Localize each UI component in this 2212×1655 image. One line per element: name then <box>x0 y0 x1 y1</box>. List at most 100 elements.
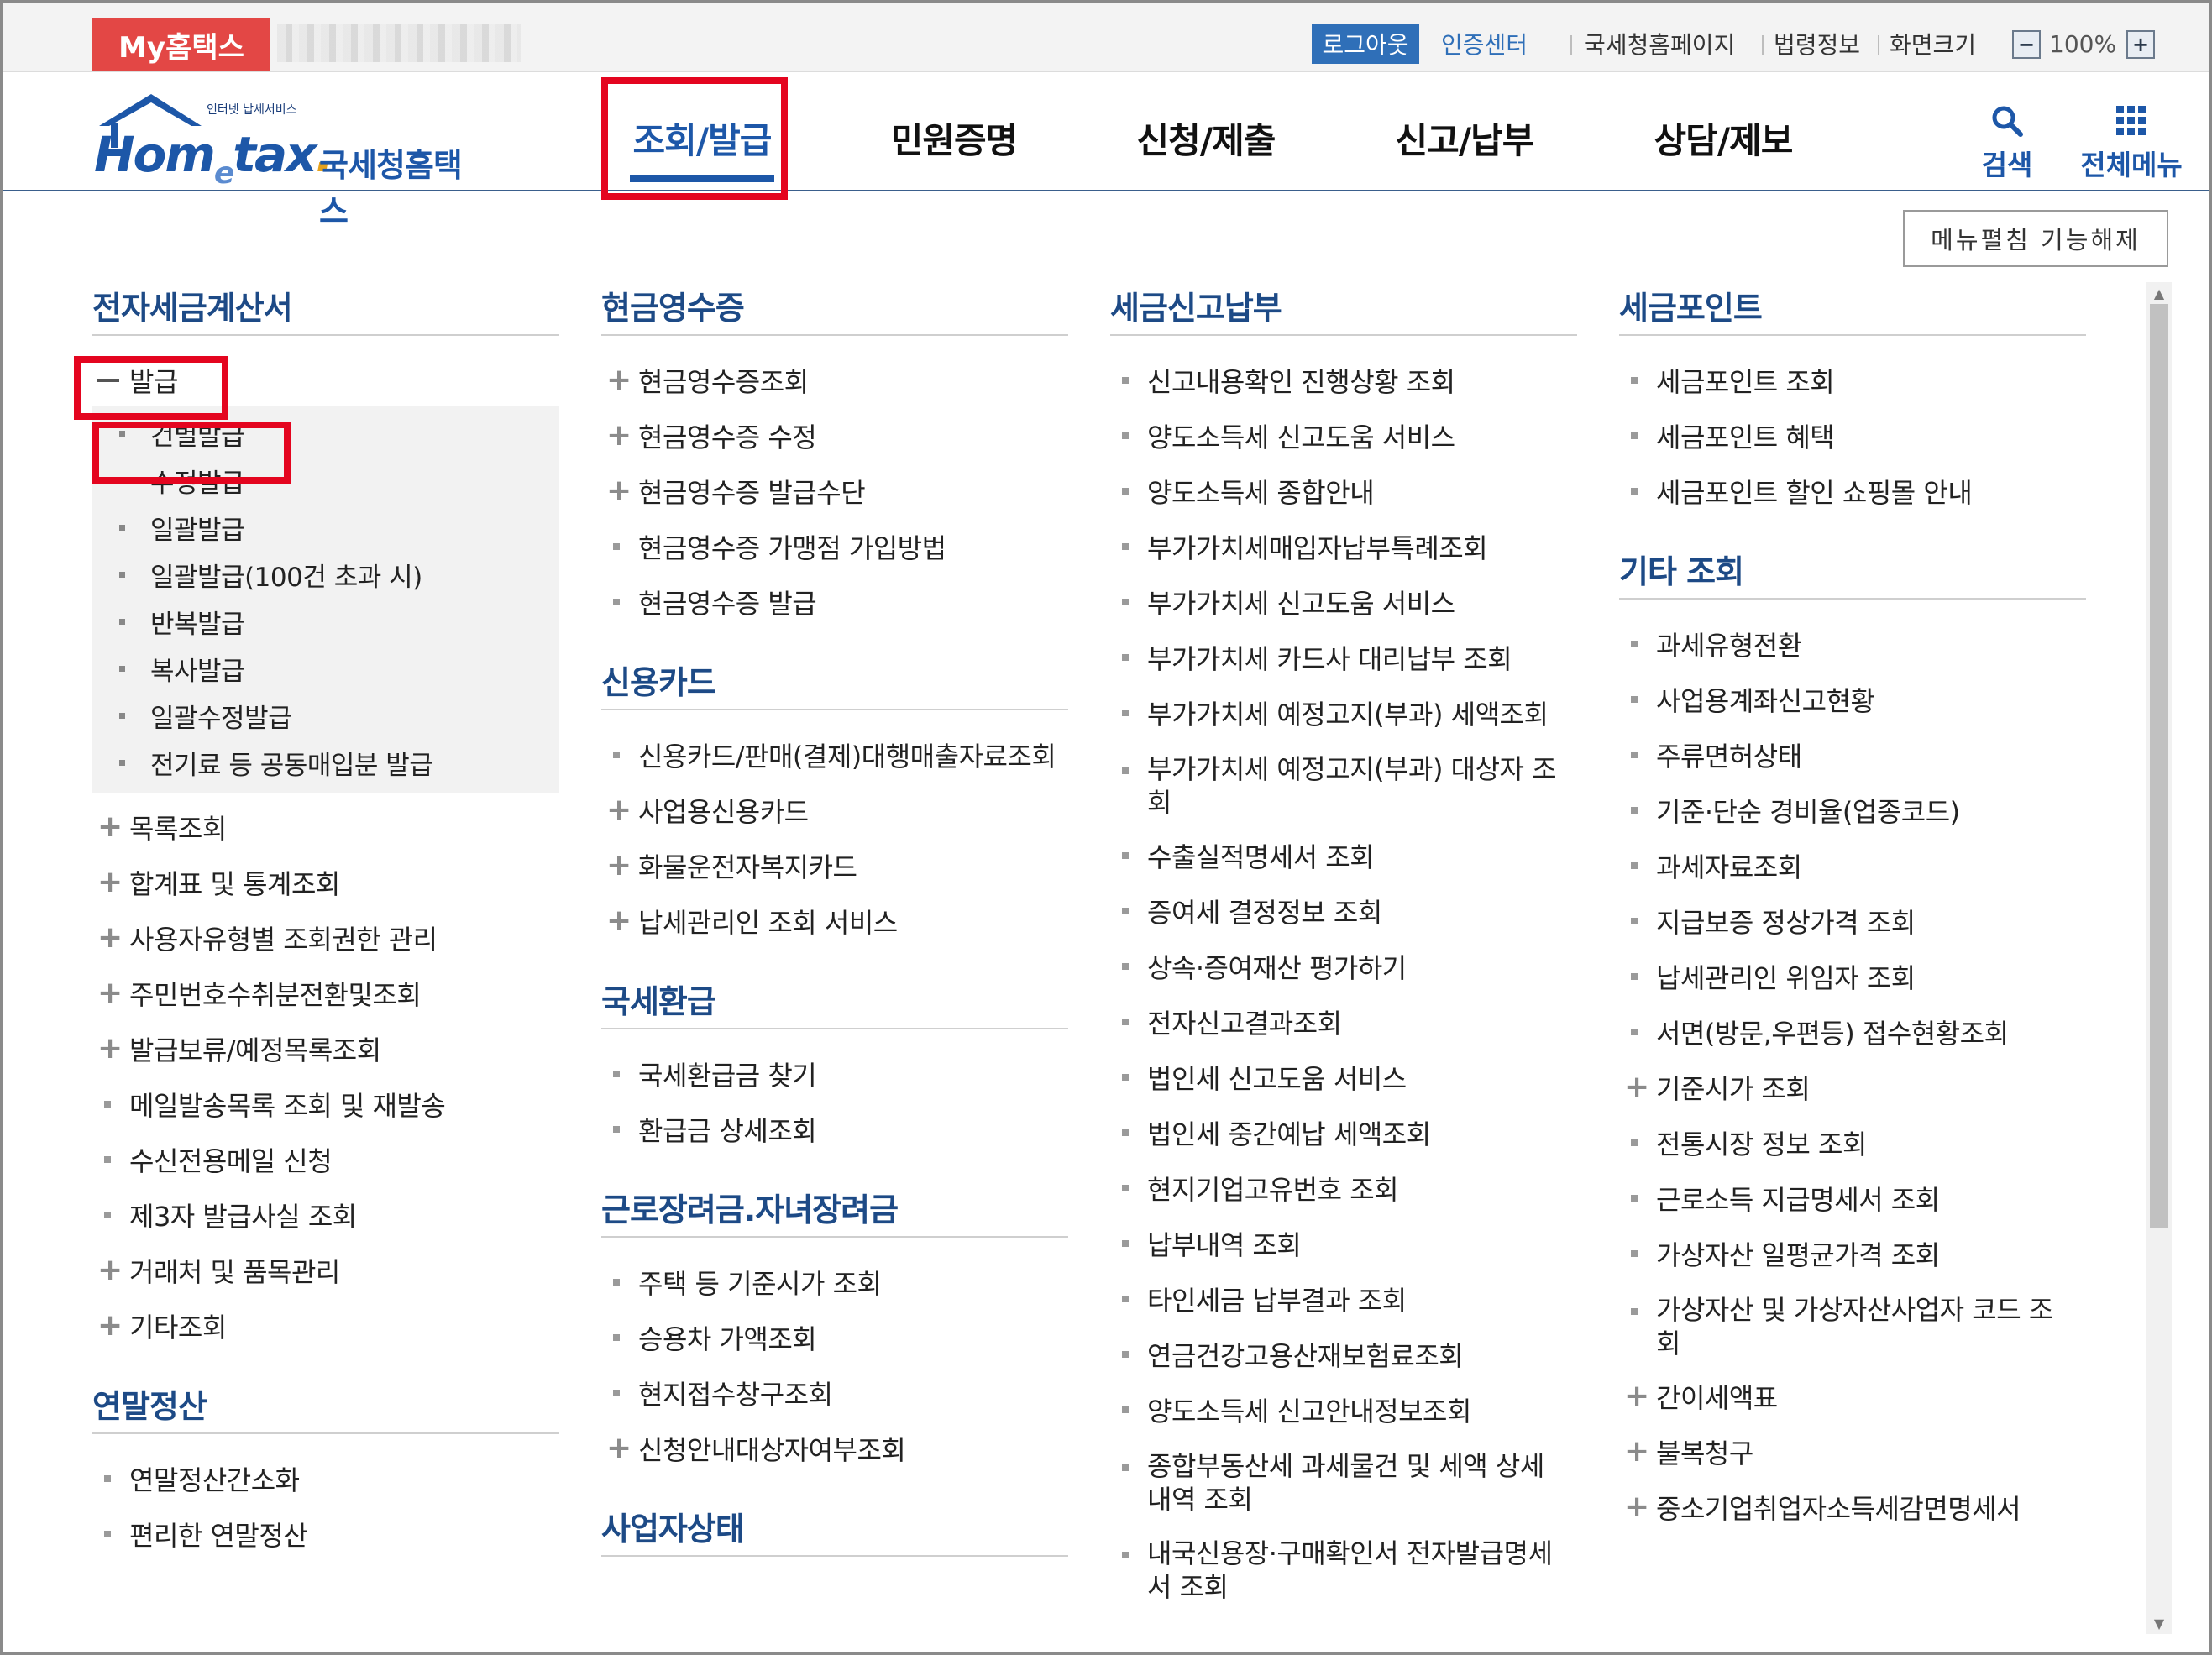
menu-item[interactable]: 지급보증 정상가격 조회 <box>1619 893 2086 949</box>
submenu-item-copy-issue[interactable]: 복사발급 <box>92 645 559 692</box>
menu-item[interactable]: 부가가치세 신고도움 서비스 <box>1110 574 1577 630</box>
menu-item[interactable]: 부가가치세매입자납부특례조회 <box>1110 519 1577 574</box>
menu-item[interactable]: 신용카드/판매(결제)대행매출자료조회 <box>601 727 1068 783</box>
menu-item[interactable]: + 현금영수증 수정 <box>601 408 1068 464</box>
menu-item[interactable]: 법인세 신고도움 서비스 <box>1110 1050 1577 1105</box>
zoom-in-button[interactable]: + <box>2126 30 2155 59</box>
menu-item[interactable]: 환급금 상세조회 <box>601 1102 1068 1157</box>
menu-item[interactable]: 부가가치세 카드사 대리납부 조회 <box>1110 630 1577 685</box>
menu-item[interactable]: 납부내역 조회 <box>1110 1216 1577 1271</box>
menu-item[interactable]: 세금포인트 혜택 <box>1619 408 2086 464</box>
menu-item[interactable]: 현지기업고유번호 조회 <box>1110 1160 1577 1216</box>
menu-item[interactable]: 제3자 발급사실 조회 <box>92 1187 559 1243</box>
menu-item[interactable]: 과세유형전환 <box>1619 616 2086 672</box>
submenu-item-bulk-issue[interactable]: 일괄발급 <box>92 504 559 551</box>
cert-center-link[interactable]: 인증센터 <box>1441 24 1528 64</box>
menu-expand-disable-button[interactable]: 메뉴펼침 기능해제 <box>1903 210 2168 267</box>
menu-item[interactable]: 세금포인트 할인 쇼핑몰 안내 <box>1619 464 2086 519</box>
hometax-logo[interactable]: 인터넷 납세서비스 Hometax. 국세청홈택스 <box>94 89 489 230</box>
nav-apply-submit[interactable]: 신청/제출 <box>1129 113 1283 163</box>
menu-item[interactable]: 과세자료조회 <box>1619 838 2086 893</box>
menu-item[interactable]: + 발급보류/예정목록조회 <box>92 1021 559 1076</box>
nts-homepage-link[interactable]: 국세청홈페이지 <box>1584 24 1735 64</box>
menu-item[interactable]: + 간이세액표 <box>1619 1369 2086 1424</box>
menu-item[interactable]: 서면(방문,우편등) 접수현황조회 <box>1619 1004 2086 1060</box>
menu-item[interactable]: 증여세 결정정보 조회 <box>1110 883 1577 939</box>
menu-item[interactable]: + 기준시가 조회 <box>1619 1060 2086 1115</box>
submenu-item-bulk-amend-issue[interactable]: 일괄수정발급 <box>92 692 559 739</box>
menu-item[interactable]: 승용차 가액조회 <box>601 1310 1068 1365</box>
menu-item[interactable]: + 기타조회 <box>92 1298 559 1354</box>
menu-item[interactable]: 편리한 연말정산 <box>92 1506 559 1562</box>
submenu-item-bulk-issue-over-100[interactable]: 일괄발급(100건 초과 시) <box>92 551 559 598</box>
menu-item-label: 부가가치세 예정고지(부과) 세액조회 <box>1147 699 1549 731</box>
divider <box>1570 35 1572 55</box>
plus-icon: + <box>97 1253 123 1287</box>
nav-consult-report[interactable]: 상담/제보 <box>1646 113 1801 163</box>
menu-item[interactable]: + 중소기업취업자소득세감면명세서 <box>1619 1480 2086 1535</box>
menu-item[interactable]: 주택 등 기준시가 조회 <box>601 1254 1068 1310</box>
menu-item[interactable]: 종합부동산세 과세물건 및 세액 상세내역 조회 <box>1110 1438 1577 1525</box>
menu-item[interactable]: 타인세금 납부결과 조회 <box>1110 1271 1577 1327</box>
menu-item[interactable]: 수출실적명세서 조회 <box>1110 828 1577 883</box>
search-button[interactable]: 검색 <box>1948 91 2066 183</box>
menu-item[interactable]: + 현금영수증조회 <box>601 353 1068 408</box>
menu-item[interactable]: + 합계표 및 통계조회 <box>92 855 559 910</box>
menu-item[interactable]: 양도소득세 종합안내 <box>1110 464 1577 519</box>
menu-item[interactable]: + 거래처 및 품목관리 <box>92 1243 559 1298</box>
item-marker: + <box>601 476 638 506</box>
menu-item[interactable]: 내국신용장·구매확인서 전자발급명세서 조회 <box>1110 1525 1577 1612</box>
menu-item[interactable]: 가상자산 일평균가격 조회 <box>1619 1226 2086 1281</box>
menu-item[interactable]: 현금영수증 가맹점 가입방법 <box>601 519 1068 574</box>
menu-item[interactable]: 신고내용확인 진행상황 조회 <box>1110 353 1577 408</box>
menu-item[interactable]: 상속·증여재산 평가하기 <box>1110 939 1577 994</box>
item-marker <box>1110 963 1147 970</box>
menu-item[interactable]: 양도소득세 신고도움 서비스 <box>1110 408 1577 464</box>
submenu-item-joint-purchase-issue[interactable]: 전기료 등 공동매입분 발급 <box>92 739 559 786</box>
menu-item[interactable]: + 현금영수증 발급수단 <box>601 464 1068 519</box>
menu-item[interactable]: 국세환급금 찾기 <box>601 1046 1068 1102</box>
menu-item[interactable]: 현지접수창구조회 <box>601 1365 1068 1421</box>
scroll-down-arrow-icon[interactable]: ▼ <box>2150 1614 2168 1632</box>
bullet-icon <box>613 1279 620 1286</box>
menu-item[interactable]: + 신청안내대상자여부조회 <box>601 1421 1068 1476</box>
menu-item[interactable]: 메일발송목록 조회 및 재발송 <box>92 1076 559 1132</box>
menu-item[interactable]: + 납세관리인 조회 서비스 <box>601 893 1068 949</box>
menu-item[interactable]: 주류면허상태 <box>1619 727 2086 783</box>
menu-item[interactable]: 부가가치세 예정고지(부과) 세액조회 <box>1110 685 1577 741</box>
menu-item[interactable]: 연말정산간소화 <box>92 1451 559 1506</box>
scrollbar-thumb[interactable] <box>2150 304 2168 1228</box>
menu-item[interactable]: 세금포인트 조회 <box>1619 353 2086 408</box>
menu-item[interactable]: 양도소득세 신고안내정보조회 <box>1110 1382 1577 1438</box>
menu-item[interactable]: 연금건강고용산재보험료조회 <box>1110 1327 1577 1382</box>
all-menu-button[interactable]: 전체메뉴 <box>2064 91 2199 183</box>
section-divider <box>601 709 1068 710</box>
menu-item[interactable]: 전자신고결과조회 <box>1110 994 1577 1050</box>
menu-item[interactable]: 수신전용메일 신청 <box>92 1132 559 1187</box>
menu-item[interactable]: 부가가치세 예정고지(부과) 대상자 조회 <box>1110 741 1577 828</box>
nav-report-pay[interactable]: 신고/납부 <box>1387 113 1542 163</box>
scroll-up-arrow-icon[interactable]: ▲ <box>2150 284 2168 302</box>
menu-item[interactable]: 사업용계좌신고현황 <box>1619 672 2086 727</box>
highlight-box-nav <box>601 77 788 200</box>
menu-item[interactable]: + 불복청구 <box>1619 1424 2086 1480</box>
submenu-item-repeat-issue[interactable]: 반복발급 <box>92 598 559 645</box>
menu-item[interactable]: 현금영수증 발급 <box>601 574 1068 630</box>
menu-item[interactable]: + 화물운전자복지카드 <box>601 838 1068 893</box>
menu-item[interactable]: 근로소득 지급명세서 조회 <box>1619 1171 2086 1226</box>
zoom-out-button[interactable]: − <box>2012 30 2041 59</box>
menu-item[interactable]: 전통시장 정보 조회 <box>1619 1115 2086 1171</box>
my-hometax-button[interactable]: My홈택스 <box>92 18 270 71</box>
menu-item[interactable]: + 주민번호수취분전환및조회 <box>92 966 559 1021</box>
law-info-link[interactable]: 법령정보 <box>1774 24 1860 64</box>
menu-item[interactable]: + 목록조회 <box>92 799 559 855</box>
menu-item[interactable]: 기준·단순 경비율(업종코드) <box>1619 783 2086 838</box>
menu-item[interactable]: 가상자산 및 가상자산사업자 코드 조회 <box>1619 1281 2086 1369</box>
nav-civil-certificate[interactable]: 민원증명 <box>877 113 1031 163</box>
menu-item[interactable]: 법인세 중간예납 세액조회 <box>1110 1105 1577 1160</box>
menu-item[interactable]: + 사업용신용카드 <box>601 783 1068 838</box>
menu-item[interactable]: 납세관리인 위임자 조회 <box>1619 949 2086 1004</box>
menu-item[interactable]: + 사용자유형별 조회권한 관리 <box>92 910 559 966</box>
logout-button[interactable]: 로그아웃 <box>1312 24 1419 64</box>
menu-item-label: 상속·증여재산 평가하기 <box>1147 952 1407 984</box>
